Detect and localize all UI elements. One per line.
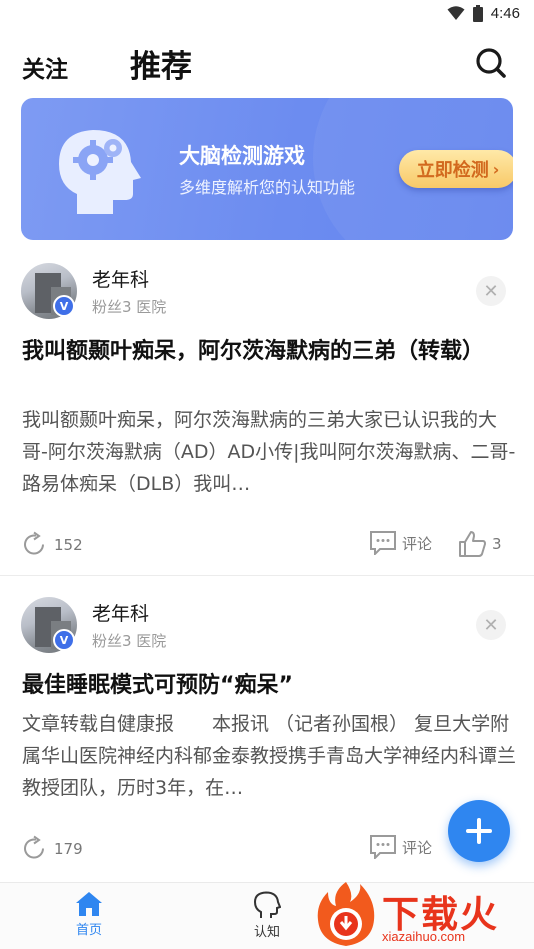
search-icon[interactable] [473, 45, 509, 81]
flame-logo-icon [317, 882, 375, 946]
divider [0, 575, 534, 576]
tab-recommend[interactable]: 推荐 [130, 41, 192, 86]
watermark-logo: 下载火 xiazaihuo.com [314, 880, 534, 949]
like-button[interactable]: 3 [459, 531, 502, 557]
author-meta: 粉丝3 医院 [92, 298, 167, 316]
post-title[interactable]: 我叫额颞叶痴呆，阿尔茨海默病的三弟（转载） [22, 337, 516, 367]
comment-button[interactable]: 评论 [370, 531, 432, 555]
head-icon [253, 891, 281, 918]
author-name[interactable]: 老年科 [92, 599, 149, 626]
plus-icon [466, 818, 492, 844]
post-excerpt[interactable]: 我叫额颞叶痴呆，阿尔茨海默病的三弟大家已认识我的大哥-阿尔茨海默病（AD）AD小… [22, 404, 516, 500]
comment-label: 评论 [402, 838, 433, 857]
author-name[interactable]: 老年科 [92, 265, 149, 292]
start-test-label: 立即检测 [416, 160, 489, 181]
share-icon [24, 835, 44, 859]
close-icon: ✕ [483, 280, 499, 302]
comment-button[interactable]: 评论 [370, 835, 432, 859]
nav-home[interactable]: 首页 [49, 891, 129, 938]
verified-badge-icon: V [53, 295, 75, 317]
like-count: 3 [492, 535, 502, 553]
status-time: 4:46 [490, 5, 520, 22]
nav-cognition-label: 认知 [253, 925, 280, 940]
chevron-right-icon: › [492, 159, 500, 179]
share-stat[interactable]: 152 [21, 531, 83, 558]
share-icon [24, 531, 44, 555]
comment-icon [370, 835, 396, 859]
post-title[interactable]: 最佳睡眠模式可预防“痴呆” [22, 671, 516, 701]
close-icon: ✕ [483, 614, 499, 636]
comment-icon [370, 531, 396, 555]
top-nav: 关注 推荐 [0, 30, 534, 96]
nav-home-label: 首页 [75, 923, 102, 938]
nav-cognition[interactable]: 认知 [227, 891, 307, 940]
post-excerpt[interactable]: 文章转载自健康报 本报讯 （记者孙国根） 复旦大学附属华山医院神经内科郁金泰教授… [22, 708, 516, 804]
watermark-url: xiazaihuo.com [382, 929, 466, 944]
brain-test-banner[interactable]: 大脑检测游戏 多维度解析您的认知功能 立即检测 › [21, 98, 513, 240]
home-icon [76, 892, 102, 916]
tab-follow[interactable]: 关注 [22, 50, 68, 84]
create-post-button[interactable] [448, 800, 510, 862]
share-count: 152 [54, 535, 83, 554]
thumbs-up-icon [459, 531, 486, 557]
share-stat[interactable]: 179 [21, 835, 83, 862]
dismiss-button[interactable]: ✕ [476, 610, 506, 640]
start-test-button[interactable]: 立即检测 › [399, 150, 513, 188]
brain-gears-icon [59, 130, 141, 214]
verified-badge-icon: V [53, 629, 75, 651]
comment-label: 评论 [402, 534, 433, 553]
status-bar: 4:46 [0, 0, 534, 30]
author-meta: 粉丝3 医院 [92, 632, 167, 650]
share-count: 179 [54, 839, 83, 858]
battery-icon [472, 5, 483, 22]
banner-subtitle: 多维度解析您的认知功能 [179, 178, 356, 197]
dismiss-button[interactable]: ✕ [476, 276, 506, 306]
wifi-icon [447, 6, 465, 20]
banner-title: 大脑检测游戏 [179, 144, 305, 168]
